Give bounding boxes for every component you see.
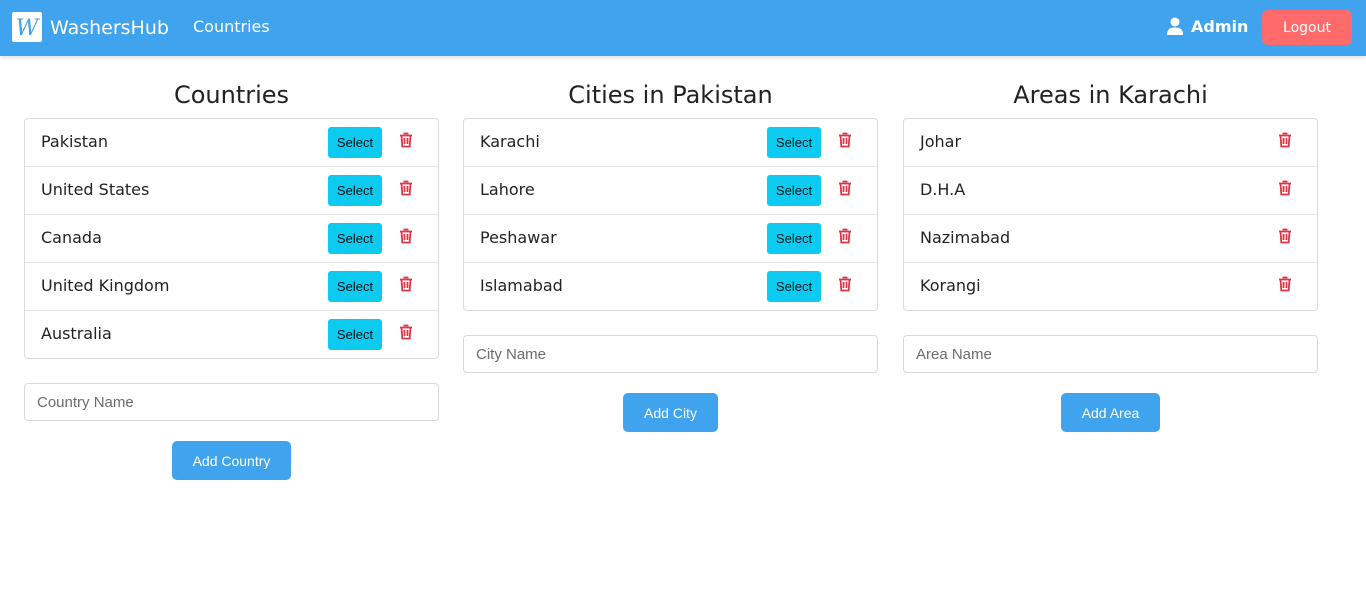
area-name: Nazimabad bbox=[920, 228, 1011, 247]
select-button[interactable]: Select bbox=[767, 271, 821, 302]
cities-title: Cities in Pakistan bbox=[568, 81, 773, 109]
country-name: United Kingdom bbox=[41, 276, 170, 295]
select-button[interactable]: Select bbox=[328, 319, 382, 350]
list-item: Lahore Select bbox=[464, 166, 877, 214]
trash-icon[interactable] bbox=[399, 180, 413, 196]
city-name-input[interactable] bbox=[463, 335, 878, 373]
select-button[interactable]: Select bbox=[328, 175, 382, 206]
list-item: Johar bbox=[904, 119, 1317, 166]
list-item: United States Select bbox=[25, 166, 438, 214]
trash-icon[interactable] bbox=[399, 324, 413, 340]
nav-link-countries[interactable]: Countries bbox=[193, 16, 270, 38]
list-item: United Kingdom Select bbox=[25, 262, 438, 310]
trash-icon[interactable] bbox=[1278, 132, 1292, 148]
countries-title: Countries bbox=[173, 81, 290, 109]
top-navbar: W WashersHub Countries Admin Logout bbox=[0, 0, 1366, 56]
area-name-input[interactable] bbox=[903, 335, 1318, 373]
country-name-input[interactable] bbox=[24, 383, 439, 421]
select-button[interactable]: Select bbox=[767, 175, 821, 206]
country-name: Pakistan bbox=[41, 132, 108, 151]
list-item: Nazimabad bbox=[904, 214, 1317, 262]
areas-list: Johar D.H.A Nazimabad Korangi bbox=[903, 118, 1318, 311]
trash-icon[interactable] bbox=[1278, 228, 1292, 244]
city-name: Lahore bbox=[480, 180, 535, 199]
city-name: Islamabad bbox=[480, 276, 563, 295]
trash-icon[interactable] bbox=[1278, 180, 1292, 196]
list-item: Australia Select bbox=[25, 310, 438, 358]
list-item: Karachi Select bbox=[464, 119, 877, 166]
area-name: Korangi bbox=[920, 276, 981, 295]
add-area-button[interactable]: Add Area bbox=[1060, 393, 1161, 432]
country-name: Canada bbox=[41, 228, 102, 247]
area-name: D.H.A bbox=[920, 180, 966, 199]
trash-icon[interactable] bbox=[399, 132, 413, 148]
areas-column: Areas in Karachi Johar D.H.A Nazimabad K… bbox=[903, 78, 1318, 432]
countries-column: Countries Pakistan Select United States … bbox=[24, 78, 439, 480]
select-button[interactable]: Select bbox=[767, 127, 821, 158]
trash-icon[interactable] bbox=[399, 228, 413, 244]
countries-list: Pakistan Select United States Select Can… bbox=[24, 118, 439, 359]
add-country-button[interactable]: Add Country bbox=[171, 441, 292, 480]
select-button[interactable]: Select bbox=[328, 223, 382, 254]
svg-text:W: W bbox=[16, 16, 41, 41]
list-item: Islamabad Select bbox=[464, 262, 877, 310]
city-name: Peshawar bbox=[480, 228, 557, 247]
trash-icon[interactable] bbox=[1278, 276, 1292, 292]
list-item: Korangi bbox=[904, 262, 1317, 310]
select-button[interactable]: Select bbox=[328, 271, 382, 302]
country-name: Australia bbox=[41, 324, 112, 343]
user-icon bbox=[1166, 17, 1184, 37]
logout-button[interactable]: Logout bbox=[1262, 10, 1352, 45]
cities-column: Cities in Pakistan Karachi Select Lahore… bbox=[463, 78, 878, 432]
list-item: D.H.A bbox=[904, 166, 1317, 214]
add-city-button[interactable]: Add City bbox=[623, 393, 718, 432]
admin-user-label[interactable]: Admin bbox=[1191, 16, 1248, 38]
trash-icon[interactable] bbox=[838, 228, 852, 244]
areas-title: Areas in Karachi bbox=[1013, 81, 1208, 109]
brand-logo[interactable]: W bbox=[12, 12, 42, 42]
trash-icon[interactable] bbox=[838, 276, 852, 292]
area-name: Johar bbox=[920, 132, 962, 151]
trash-icon[interactable] bbox=[838, 132, 852, 148]
trash-icon[interactable] bbox=[399, 276, 413, 292]
cities-list: Karachi Select Lahore Select Peshawar Se… bbox=[463, 118, 878, 311]
list-item: Peshawar Select bbox=[464, 214, 877, 262]
brand-name[interactable]: WashersHub bbox=[50, 15, 169, 41]
list-item: Canada Select bbox=[25, 214, 438, 262]
trash-icon[interactable] bbox=[838, 180, 852, 196]
city-name: Karachi bbox=[480, 132, 540, 151]
select-button[interactable]: Select bbox=[767, 223, 821, 254]
list-item: Pakistan Select bbox=[25, 119, 438, 166]
select-button[interactable]: Select bbox=[328, 127, 382, 158]
country-name: United States bbox=[41, 180, 150, 199]
